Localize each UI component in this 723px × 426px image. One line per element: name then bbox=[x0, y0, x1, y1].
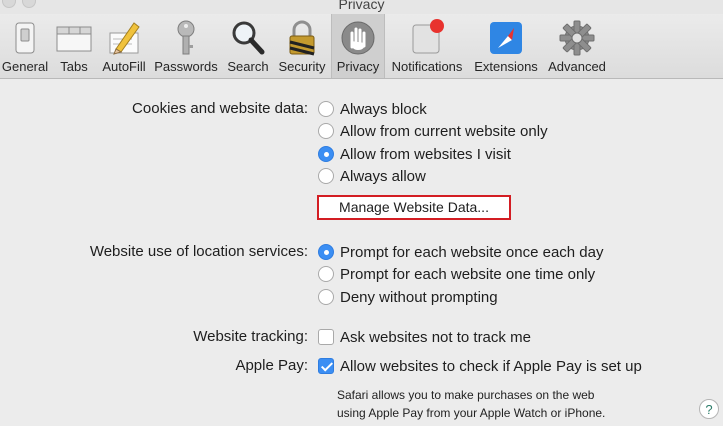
radio-button-selected[interactable] bbox=[318, 244, 334, 260]
preferences-toolbar: General Tabs AutoFill Passwords Search S… bbox=[0, 14, 723, 79]
tab-extensions-label: Extensions bbox=[474, 59, 538, 74]
apple-pay-note: Safari allows you to make purchases on t… bbox=[337, 386, 667, 422]
radio-button[interactable] bbox=[318, 168, 334, 184]
tab-search[interactable]: Search bbox=[223, 14, 273, 78]
tab-notifications[interactable]: Notifications bbox=[387, 14, 467, 78]
padlock-icon bbox=[289, 20, 315, 56]
tab-passwords-label: Passwords bbox=[154, 59, 218, 74]
apple-pay-note-line-2: using Apple Pay from your Apple Watch or… bbox=[337, 406, 606, 420]
tab-security-label: Security bbox=[278, 59, 326, 74]
cookies-label: Cookies and website data: bbox=[132, 100, 308, 117]
tab-privacy[interactable]: Privacy bbox=[331, 14, 385, 78]
do-not-track-checkbox[interactable] bbox=[318, 329, 334, 345]
tabs-icon bbox=[56, 26, 92, 52]
tab-tabs[interactable]: Tabs bbox=[52, 14, 96, 78]
website-tracking-label: Website tracking: bbox=[193, 328, 308, 345]
radio-button[interactable] bbox=[318, 266, 334, 282]
hand-icon bbox=[341, 21, 375, 55]
tab-tabs-label: Tabs bbox=[60, 59, 88, 74]
notification-badge-icon bbox=[412, 19, 444, 54]
window-title: Privacy bbox=[338, 0, 385, 12]
apple-pay-note-line-1: Safari allows you to make purchases on t… bbox=[337, 388, 595, 402]
key-icon bbox=[177, 20, 195, 55]
radio-button-selected[interactable] bbox=[318, 146, 334, 162]
tab-notifications-label: Notifications bbox=[391, 59, 463, 74]
tab-autofill[interactable]: AutoFill bbox=[99, 14, 149, 78]
tab-search-label: Search bbox=[227, 59, 269, 74]
tab-security[interactable]: Security bbox=[275, 14, 329, 78]
tab-autofill-label: AutoFill bbox=[102, 59, 146, 74]
tab-extensions[interactable]: Extensions bbox=[470, 14, 542, 78]
gear-icon bbox=[559, 20, 595, 56]
magnifier-icon bbox=[232, 21, 265, 55]
apple-pay-checkbox[interactable] bbox=[318, 358, 334, 374]
extensions-compass-icon bbox=[490, 22, 522, 54]
radio-button[interactable] bbox=[318, 289, 334, 305]
tab-advanced[interactable]: Advanced bbox=[545, 14, 609, 78]
tab-advanced-label: Advanced bbox=[548, 59, 606, 74]
radio-button[interactable] bbox=[318, 123, 334, 139]
help-button[interactable]: ? bbox=[699, 399, 719, 419]
tab-privacy-label: Privacy bbox=[336, 59, 380, 74]
title-bar: Privacy bbox=[0, 0, 723, 14]
tab-general[interactable]: General bbox=[0, 14, 50, 78]
tab-passwords[interactable]: Passwords bbox=[153, 14, 219, 78]
tab-general-label: General bbox=[1, 59, 49, 74]
location-label: Website use of location services: bbox=[89, 243, 308, 260]
autofill-pencil-icon bbox=[109, 22, 140, 55]
manage-website-data-button[interactable]: Manage Website Data... bbox=[317, 195, 511, 220]
radio-button[interactable] bbox=[318, 101, 334, 117]
apple-pay-label: Apple Pay: bbox=[235, 357, 308, 374]
general-switch-icon bbox=[15, 22, 35, 54]
